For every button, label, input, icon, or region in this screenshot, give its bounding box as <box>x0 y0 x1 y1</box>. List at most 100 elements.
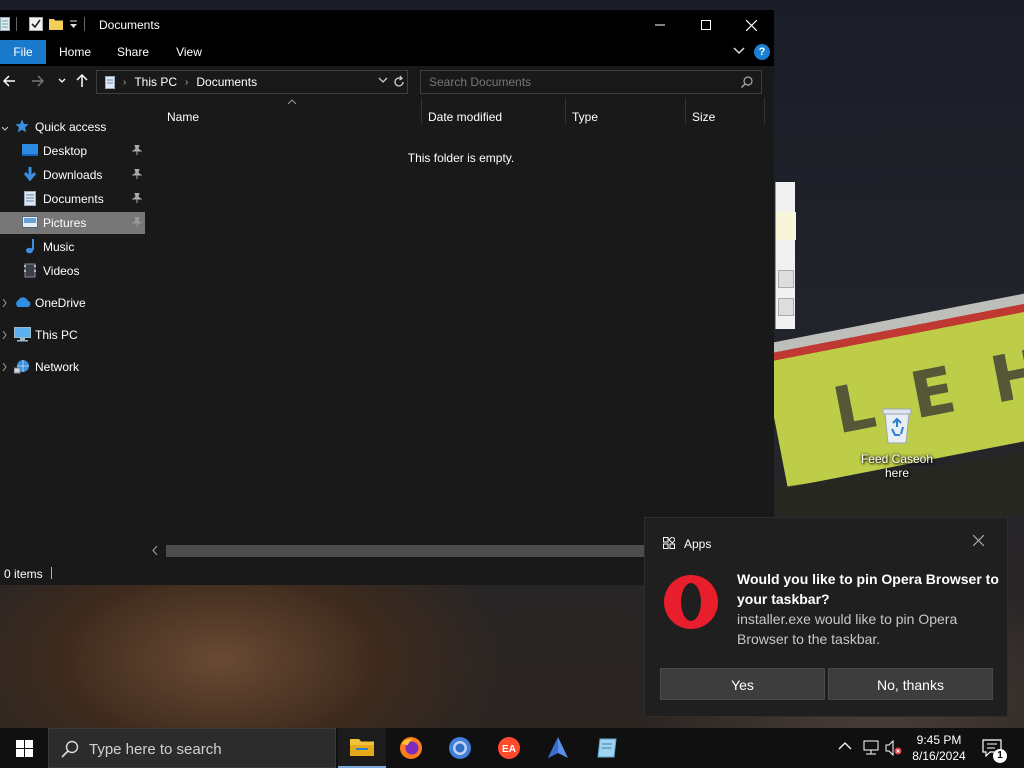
nav-item-desktop[interactable]: Desktop <box>0 140 145 162</box>
tab-file[interactable]: File <box>0 40 46 64</box>
navigation-pane: Quick access Desktop Downloads Documents… <box>0 98 148 541</box>
forward-arrow-icon[interactable] <box>31 75 44 87</box>
breadcrumb-chevron-icon[interactable]: › <box>185 77 188 88</box>
breadcrumb-chevron-icon[interactable]: › <box>123 77 126 88</box>
show-hidden-icons-chevron-icon[interactable] <box>838 741 852 750</box>
tab-share[interactable]: Share <box>110 40 156 64</box>
pin-icon[interactable] <box>132 169 142 179</box>
nav-item-label: Downloads <box>43 168 103 182</box>
nav-item-videos[interactable]: Videos <box>0 260 145 282</box>
nav-item-label: Music <box>43 240 75 254</box>
expand-ribbon-chevron-icon[interactable] <box>733 46 745 56</box>
expand-chevron-icon[interactable] <box>2 126 8 132</box>
column-header-size[interactable]: Size <box>692 110 715 124</box>
background-window-button <box>778 270 794 288</box>
breadcrumb: › This PC › Documents <box>105 75 257 89</box>
system-clock[interactable]: 9:45 PM 8/16/2024 <box>902 732 976 764</box>
taskbar-app[interactable] <box>534 728 582 768</box>
pin-icon[interactable] <box>132 145 142 155</box>
windows-logo-icon <box>15 739 33 757</box>
no-thanks-button[interactable]: No, thanks <box>828 668 993 700</box>
column-header-date-modified[interactable]: Date modified <box>428 110 502 124</box>
breadcrumb-documents[interactable]: Documents <box>196 75 257 89</box>
nav-item-this-pc[interactable]: This PC <box>0 324 145 346</box>
taskbar-ea[interactable]: EA <box>485 728 533 768</box>
network-icon[interactable] <box>862 740 880 756</box>
nav-item-documents[interactable]: Documents <box>0 188 145 210</box>
quick-access-toolbar <box>0 17 85 31</box>
recycle-bin-label: Feed Caseoh here <box>860 452 934 480</box>
nav-item-label: Desktop <box>43 144 88 158</box>
clock-time: 9:45 PM <box>916 733 962 747</box>
recycle-bin-shortcut[interactable]: Feed Caseoh here <box>860 405 934 480</box>
expand-chevron-icon[interactable] <box>2 299 8 307</box>
column-divider[interactable] <box>565 98 566 124</box>
up-arrow-icon[interactable] <box>76 74 88 88</box>
address-bar[interactable]: › This PC › Documents <box>96 70 408 94</box>
minimize-button[interactable] <box>637 10 683 40</box>
help-button[interactable]: ? <box>754 44 770 60</box>
empty-folder-message: This folder is empty. <box>407 151 515 165</box>
toolbar-separator <box>84 17 85 31</box>
nav-item-onedrive[interactable]: OneDrive <box>0 292 145 314</box>
taskbar-file-explorer[interactable] <box>338 728 386 768</box>
scroll-left-arrow-icon[interactable] <box>152 546 158 555</box>
pin-icon[interactable] <box>132 217 142 227</box>
customize-toolbar-icon[interactable] <box>69 19 78 29</box>
background-window-edge[interactable] <box>775 182 796 329</box>
refresh-icon[interactable] <box>393 75 405 89</box>
background-window-field <box>776 212 796 240</box>
close-icon <box>745 19 757 31</box>
close-button[interactable] <box>728 10 774 40</box>
address-dropdown-chevron-icon[interactable] <box>378 76 388 84</box>
scrollbar-thumb[interactable] <box>166 545 646 557</box>
yes-button[interactable]: Yes <box>660 668 825 700</box>
document-icon <box>105 75 115 89</box>
search-icon[interactable] <box>741 76 753 88</box>
nav-item-music[interactable]: Music <box>0 236 145 258</box>
ea-icon: EA <box>498 737 520 759</box>
tab-view[interactable]: View <box>166 40 212 64</box>
taskbar-chrome[interactable] <box>436 728 484 768</box>
download-arrow-icon <box>24 167 36 182</box>
nav-item-downloads[interactable]: Downloads <box>0 164 145 186</box>
nav-item-quick-access[interactable]: Quick access <box>0 116 145 138</box>
taskbar-search-box[interactable]: Type here to search <box>48 728 336 768</box>
pin-icon[interactable] <box>132 193 142 203</box>
computer-icon <box>14 327 31 342</box>
file-list[interactable]: Name Date modified Type Size This folder… <box>148 98 774 541</box>
sort-ascending-icon <box>288 99 296 104</box>
nav-item-network[interactable]: Network <box>0 356 145 378</box>
taskbar-search-placeholder: Type here to search <box>89 741 222 758</box>
nav-item-label: Pictures <box>43 216 87 230</box>
column-divider[interactable] <box>685 98 686 124</box>
volume-muted-icon[interactable] <box>885 740 903 756</box>
music-note-icon <box>26 239 34 254</box>
search-input[interactable] <box>429 74 729 90</box>
maximize-button[interactable] <box>683 10 729 40</box>
toast-notification[interactable]: Apps Would you like to pin Opera Browser… <box>644 517 1008 717</box>
toolbar-separator <box>16 17 17 31</box>
tab-home[interactable]: Home <box>52 40 98 64</box>
video-icon <box>24 263 36 278</box>
column-header-name[interactable]: Name <box>167 110 199 124</box>
taskbar-notepad[interactable] <box>583 728 631 768</box>
breadcrumb-this-pc[interactable]: This PC <box>134 75 177 89</box>
close-icon[interactable] <box>973 535 984 546</box>
new-folder-icon[interactable] <box>49 17 63 31</box>
search-box[interactable] <box>420 70 762 94</box>
recycle-bin-icon <box>882 408 912 444</box>
column-divider[interactable] <box>764 98 765 124</box>
title-bar[interactable]: Documents <box>0 10 774 40</box>
column-header-type[interactable]: Type <box>572 110 598 124</box>
back-arrow-icon[interactable] <box>3 75 16 87</box>
properties-check-icon[interactable] <box>29 17 43 31</box>
pictures-icon <box>22 216 38 228</box>
expand-chevron-icon[interactable] <box>2 331 8 339</box>
taskbar-firefox[interactable] <box>387 728 435 768</box>
recent-locations-chevron-icon[interactable] <box>58 78 66 84</box>
start-button[interactable] <box>0 728 48 768</box>
column-divider[interactable] <box>421 98 422 124</box>
expand-chevron-icon[interactable] <box>2 363 8 371</box>
nav-item-pictures[interactable]: Pictures <box>0 212 145 234</box>
